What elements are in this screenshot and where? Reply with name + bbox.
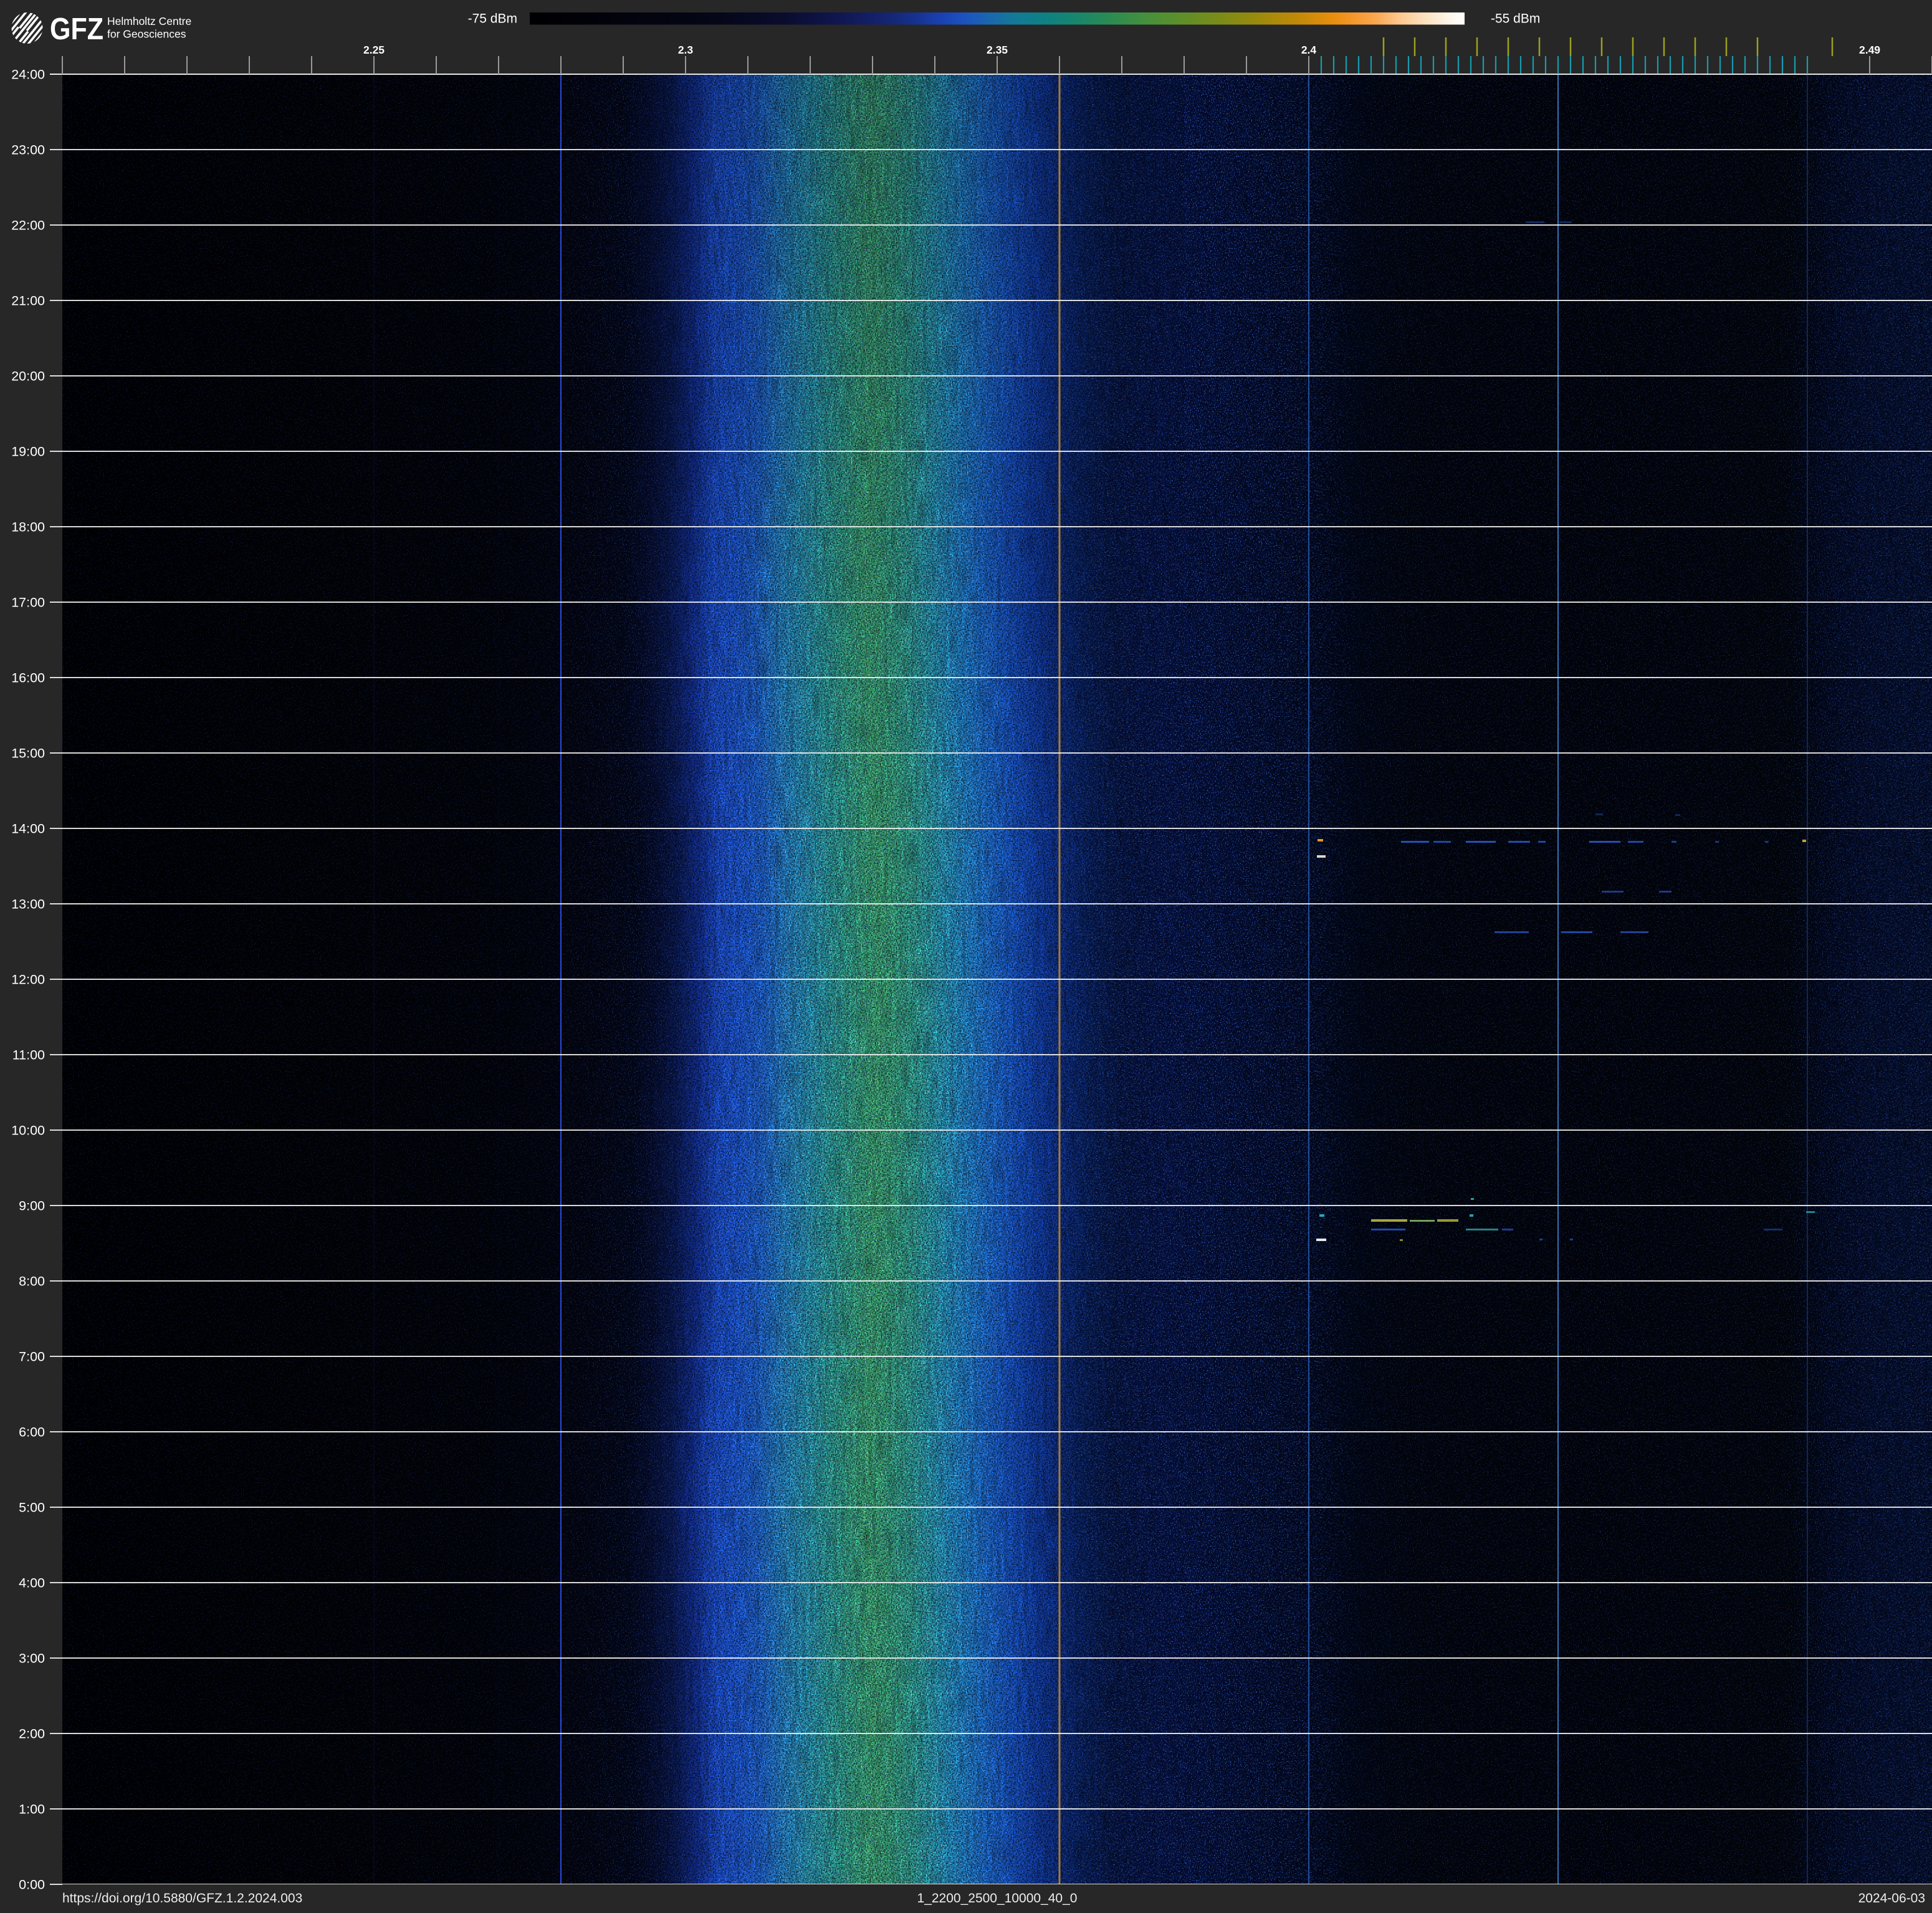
svg-text:12:00: 12:00 xyxy=(11,972,45,987)
svg-text:24:00: 24:00 xyxy=(11,67,45,82)
svg-text:14:00: 14:00 xyxy=(11,822,45,837)
svg-text:2.49: 2.49 xyxy=(1859,44,1880,56)
svg-text:13:00: 13:00 xyxy=(11,897,45,912)
svg-text:22:00: 22:00 xyxy=(11,218,45,233)
svg-text:2:00: 2:00 xyxy=(19,1727,45,1742)
svg-text:5:00: 5:00 xyxy=(19,1500,45,1515)
svg-text:9:00: 9:00 xyxy=(19,1199,45,1214)
svg-text:https://doi.org/10.5880/GFZ.1.: https://doi.org/10.5880/GFZ.1.2.2024.003 xyxy=(62,1891,302,1906)
svg-text:4:00: 4:00 xyxy=(19,1576,45,1591)
svg-text:7:00: 7:00 xyxy=(19,1350,45,1364)
svg-text:0:00: 0:00 xyxy=(19,1877,45,1892)
svg-text:10:00: 10:00 xyxy=(11,1123,45,1138)
svg-text:21:00: 21:00 xyxy=(11,294,45,309)
svg-text:2.4: 2.4 xyxy=(1301,44,1317,56)
svg-text:19:00: 19:00 xyxy=(11,444,45,459)
svg-text:-55 dBm: -55 dBm xyxy=(1491,12,1540,26)
svg-text:11:00: 11:00 xyxy=(12,1048,45,1063)
svg-text:8:00: 8:00 xyxy=(19,1274,45,1289)
svg-text:16:00: 16:00 xyxy=(11,671,45,686)
svg-text:15:00: 15:00 xyxy=(11,746,45,761)
svg-text:2024-06-03: 2024-06-03 xyxy=(1858,1891,1925,1906)
svg-text:1_2200_2500_10000_40_0: 1_2200_2500_10000_40_0 xyxy=(917,1891,1078,1906)
svg-text:2.35: 2.35 xyxy=(987,44,1008,56)
svg-text:2.3: 2.3 xyxy=(678,44,694,56)
svg-text:Helmholtz Centre: Helmholtz Centre xyxy=(107,15,191,27)
svg-text:for Geosciences: for Geosciences xyxy=(107,28,186,41)
svg-text:2.25: 2.25 xyxy=(363,44,385,56)
svg-text:-75 dBm: -75 dBm xyxy=(468,12,517,26)
svg-text:17:00: 17:00 xyxy=(11,595,45,610)
svg-text:20:00: 20:00 xyxy=(11,369,45,384)
svg-text:18:00: 18:00 xyxy=(11,520,45,535)
svg-text:23:00: 23:00 xyxy=(11,143,45,158)
svg-text:1:00: 1:00 xyxy=(19,1802,45,1817)
svg-text:GFZ: GFZ xyxy=(50,12,103,46)
svg-text:6:00: 6:00 xyxy=(19,1425,45,1440)
svg-text:3:00: 3:00 xyxy=(19,1651,45,1666)
